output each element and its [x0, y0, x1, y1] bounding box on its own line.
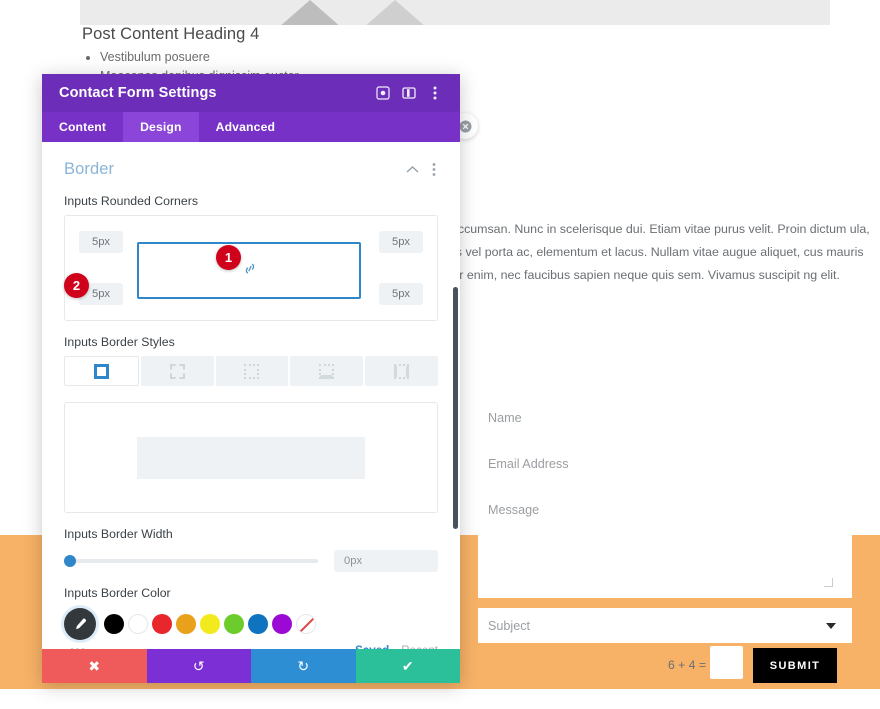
corner-top-right-input[interactable]: 5px — [379, 231, 423, 253]
swatch-purple[interactable] — [272, 614, 292, 634]
swatch-orange[interactable] — [176, 614, 196, 634]
focus-target-icon[interactable] — [370, 80, 396, 106]
tab-saved-colors[interactable]: Saved — [355, 644, 389, 649]
more-vertical-icon[interactable] — [423, 158, 445, 180]
style-groove-option[interactable] — [290, 356, 363, 386]
border-groove-icon — [319, 364, 334, 379]
border-preview-box — [64, 402, 438, 513]
color-swatch-row — [64, 608, 438, 640]
swatch-yellow[interactable] — [200, 614, 220, 634]
style-ridge-option[interactable] — [365, 356, 438, 386]
color-palette-tabs: ••• Saved Recent — [64, 644, 438, 649]
style-solid-option[interactable] — [64, 356, 139, 386]
hero-triangle-right — [315, 0, 475, 25]
subject-select-value: Subject — [488, 619, 530, 633]
eyedropper-icon[interactable] — [64, 608, 96, 640]
redo-button[interactable]: ↻ — [251, 649, 356, 683]
message-textarea[interactable]: Message — [488, 503, 539, 517]
corner-bottom-right-input[interactable]: 5px — [379, 283, 423, 305]
border-solid-icon — [94, 364, 109, 379]
border-width-control: 0px — [64, 550, 438, 572]
callout-badge-2: 2 — [64, 273, 89, 298]
chevron-up-icon[interactable] — [401, 158, 423, 180]
border-color-label: Inputs Border Color — [64, 586, 460, 600]
border-ridge-icon — [394, 364, 409, 379]
modal-footer: ✖ ↺ ↻ ✔ — [42, 649, 460, 683]
border-width-input[interactable]: 0px — [334, 550, 438, 572]
captcha-input[interactable] — [710, 646, 743, 679]
swatch-none[interactable] — [296, 614, 316, 634]
settings-modal: Contact Form Settings Content Design Adv… — [42, 74, 460, 683]
modal-titlebar[interactable]: Contact Form Settings — [42, 74, 460, 112]
body-copy: ntum accumsan. Nunc in scelerisque dui. … — [420, 218, 875, 286]
modal-tabs: Content Design Advanced — [42, 112, 460, 142]
style-dotted-option[interactable] — [216, 356, 289, 386]
caret-down-icon — [826, 623, 836, 629]
more-vertical-icon[interactable] — [422, 80, 448, 106]
swatch-black[interactable] — [104, 614, 124, 634]
rounded-corners-control: 5px 5px 5px 5px — [64, 215, 438, 321]
border-section-header: Border — [42, 142, 460, 180]
undo-button[interactable]: ↺ — [147, 649, 252, 683]
section-title: Border — [64, 160, 401, 179]
modal-title: Contact Form Settings — [59, 85, 370, 101]
more-colors-button[interactable]: ••• — [70, 644, 87, 649]
border-styles-options — [64, 356, 438, 386]
textarea-resize-handle[interactable] — [824, 578, 833, 587]
submit-button[interactable]: SUBMIT — [753, 648, 837, 683]
modal-scrollbar[interactable] — [453, 142, 458, 649]
callout-badge-1: 1 — [216, 245, 241, 270]
corner-top-left-input[interactable]: 5px — [79, 231, 123, 253]
captcha-question: 6 + 4 = — [668, 658, 706, 672]
hero-banner — [80, 0, 830, 25]
rounded-corners-label: Inputs Rounded Corners — [64, 194, 460, 208]
border-styles-label: Inputs Border Styles — [64, 335, 460, 349]
border-dashed-icon — [170, 364, 185, 379]
swatch-red[interactable] — [152, 614, 172, 634]
border-width-slider[interactable] — [64, 559, 318, 563]
swatch-blue[interactable] — [248, 614, 268, 634]
tab-recent-colors[interactable]: Recent — [401, 644, 438, 649]
layout-panel-icon[interactable] — [396, 80, 422, 106]
border-width-label: Inputs Border Width — [64, 527, 460, 541]
name-input[interactable]: Name — [488, 411, 522, 425]
list-item: Vestibulum posuere — [100, 48, 299, 67]
cancel-button[interactable]: ✖ — [42, 649, 147, 683]
post-heading: Post Content Heading 4 — [82, 25, 259, 44]
tab-design[interactable]: Design — [123, 112, 199, 142]
email-input[interactable]: Email Address — [488, 457, 569, 471]
tab-content[interactable]: Content — [42, 112, 123, 142]
save-button[interactable]: ✔ — [356, 649, 461, 683]
swatch-green[interactable] — [224, 614, 244, 634]
scrollbar-thumb[interactable] — [453, 287, 458, 529]
left-white-block — [0, 336, 46, 535]
tab-advanced[interactable]: Advanced — [199, 112, 292, 142]
contact-form-panel — [478, 398, 852, 598]
swatch-white[interactable] — [128, 614, 148, 634]
slider-thumb[interactable] — [64, 555, 76, 567]
border-preview-input — [137, 437, 365, 479]
style-dashed-option[interactable] — [141, 356, 214, 386]
modal-body: Border Inputs Rounded Corners — [42, 142, 460, 649]
subject-select[interactable]: Subject — [478, 608, 852, 643]
border-dotted-icon — [244, 364, 259, 379]
